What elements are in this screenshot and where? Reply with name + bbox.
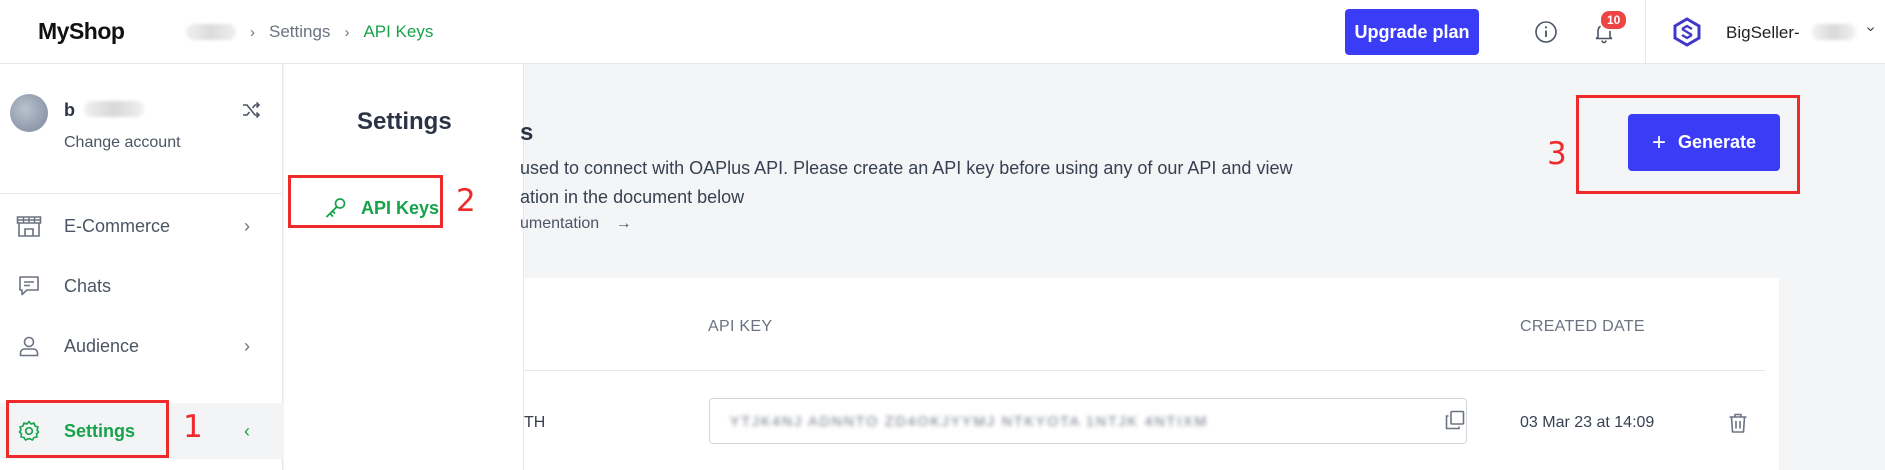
divider: [1645, 0, 1646, 64]
sidebar-item-label: Chats: [64, 275, 112, 296]
description-line: ation in the document below: [520, 187, 745, 207]
api-key-name: TH: [524, 414, 546, 431]
annotation-box-3: [1576, 95, 1800, 194]
app-logo[interactable]: MyShop: [38, 18, 125, 45]
sidebar-item-chats[interactable]: Chats: [0, 261, 283, 311]
chevron-right-icon: ›: [344, 23, 350, 41]
description-line: used to connect with OAPlus API. Please …: [520, 158, 1293, 178]
chevron-right-icon: ›: [244, 335, 250, 356]
trash-icon[interactable]: [1728, 412, 1748, 439]
upgrade-plan-button[interactable]: Upgrade plan: [1345, 9, 1479, 55]
chevron-down-icon[interactable]: ›: [1862, 26, 1880, 31]
chevron-right-icon: ›: [250, 23, 255, 41]
created-date: 03 Mar 23 at 14:09: [1520, 414, 1655, 431]
chevron-right-icon: ›: [244, 215, 250, 236]
breadcrumb-api-keys: API Keys: [363, 22, 434, 41]
avatar[interactable]: [10, 94, 48, 132]
chevron-left-icon: ‹: [244, 420, 250, 441]
shuffle-icon[interactable]: [241, 100, 261, 125]
brand-logo-icon[interactable]: [1672, 17, 1702, 52]
sidebar-item-ecommerce[interactable]: E-Commerce ›: [0, 201, 283, 251]
documentation-link[interactable]: umentation →: [520, 215, 632, 233]
api-keys-table: API KEY CREATED DATE TH YTJK4NJ ADNNTO Z…: [524, 278, 1779, 470]
chat-icon: [16, 273, 42, 299]
user-name: b: [64, 100, 75, 120]
change-account-link[interactable]: Change account: [64, 134, 181, 152]
annotation-number-2: 2: [456, 183, 476, 219]
annotation-box-2: [288, 175, 443, 228]
api-key-value: YTJK4NJ ADNNTO ZD4OKJYYMJ NTKYOTA 1NTJK …: [730, 413, 1209, 429]
api-key-field[interactable]: YTJK4NJ ADNNTO ZD4OKJYYMJ NTKYOTA 1NTJK …: [709, 398, 1467, 444]
brand-name[interactable]: BigSeller-: [1726, 23, 1800, 43]
column-header-created-date: CREATED DATE: [1520, 318, 1645, 335]
annotation-box-1: [6, 400, 169, 458]
arrow-right-icon: →: [615, 215, 632, 232]
top-bar: MyShop › Settings › API Keys Upgrade pla…: [0, 0, 1885, 64]
notification-badge: 10: [1599, 9, 1629, 31]
column-header-api-key: API KEY: [708, 318, 773, 335]
sidebar-item-label: E-Commerce: [64, 215, 171, 236]
user-icon: [16, 333, 42, 359]
settings-submenu: Settings API Keys: [284, 64, 524, 470]
page-description: used to connect with OAPlus API. Please …: [520, 154, 1350, 212]
documentation-link-label: umentation: [520, 215, 600, 232]
sidebar-item-audience[interactable]: Audience ›: [0, 321, 283, 371]
user-name-redacted: [84, 101, 144, 117]
brand-name-redacted: [1812, 24, 1856, 40]
breadcrumb-redacted-item[interactable]: [186, 24, 236, 40]
submenu-title: Settings: [357, 108, 452, 135]
store-icon: [16, 213, 42, 239]
sidebar-item-label: Audience: [64, 335, 140, 356]
annotation-number-3: 3: [1547, 136, 1567, 172]
copy-icon[interactable]: [1444, 409, 1466, 436]
info-icon[interactable]: [1534, 20, 1558, 44]
annotation-number-1: 1: [183, 409, 203, 445]
divider: [524, 370, 1765, 371]
breadcrumb: › Settings › API Keys: [186, 22, 433, 42]
breadcrumb-settings[interactable]: Settings: [269, 22, 330, 42]
page-title: s: [520, 119, 534, 146]
divider: [0, 193, 283, 194]
